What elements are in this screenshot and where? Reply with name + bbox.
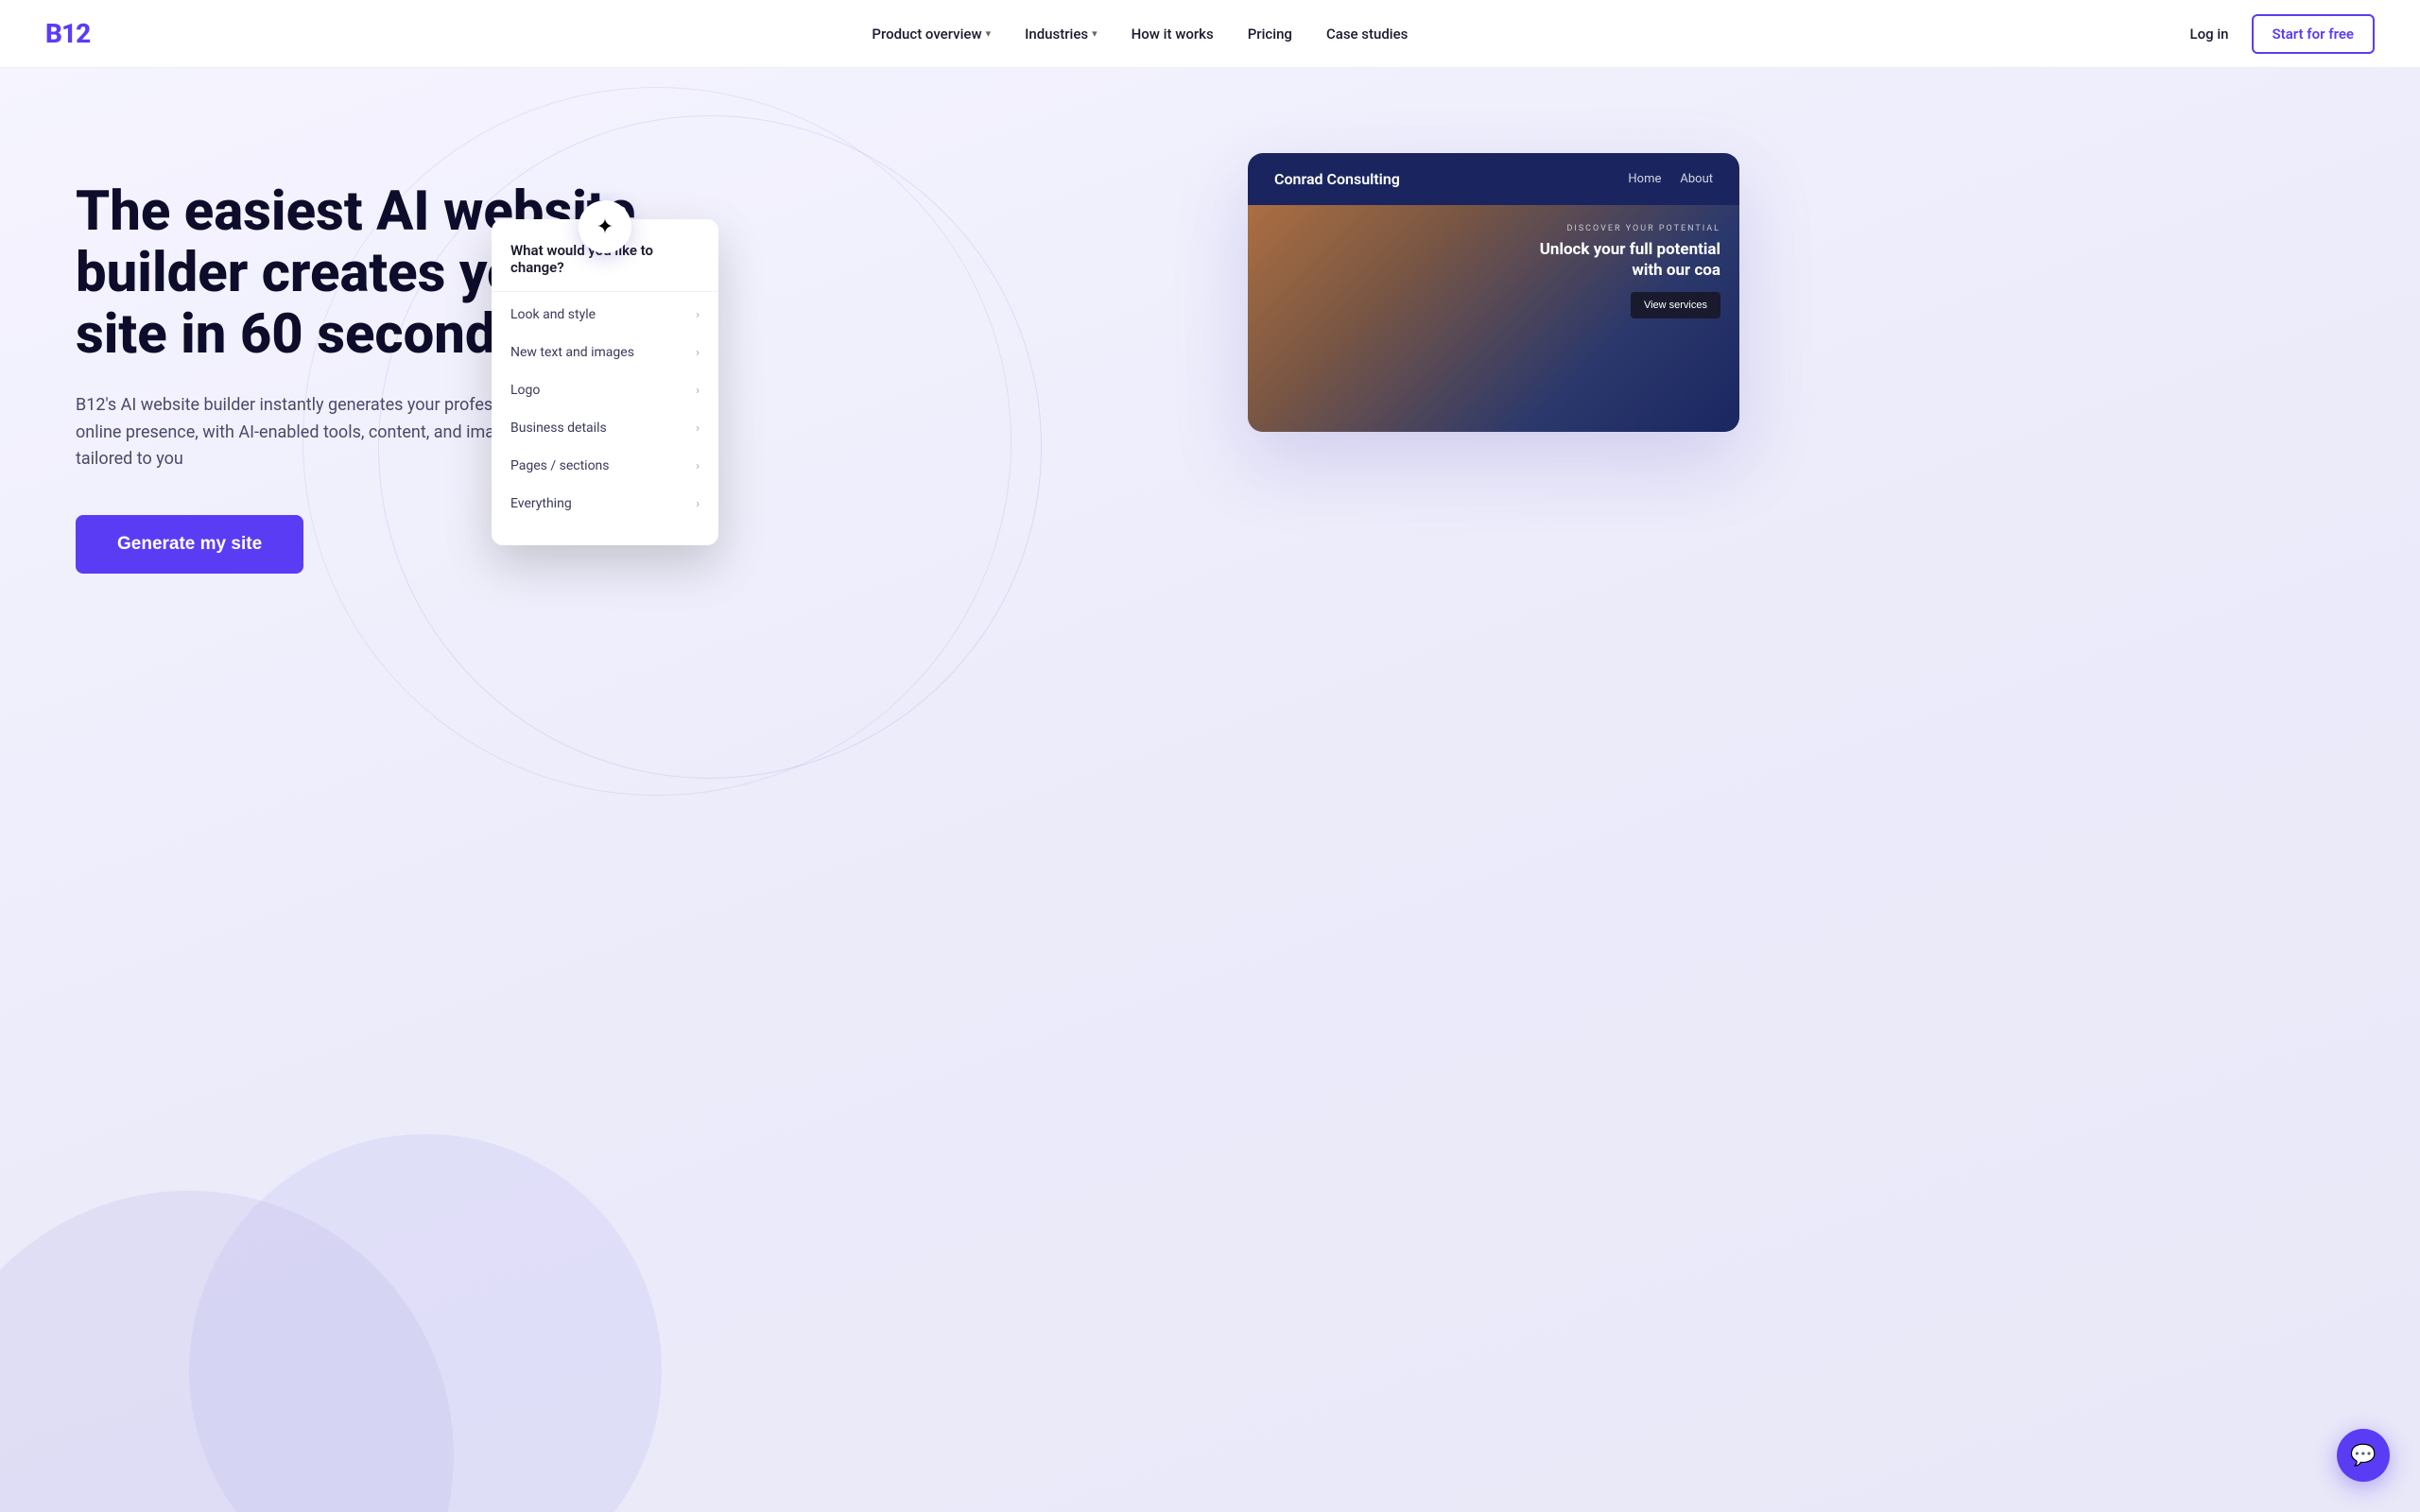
popup-item-pages[interactable]: Pages / sections › [492, 447, 718, 485]
nav-right: Log in Start for free [2190, 14, 2375, 54]
nav-item-pricing[interactable]: Pricing [1248, 26, 1292, 43]
nav-item-industries[interactable]: Industries ▾ [1025, 26, 1098, 43]
nav-link-industries[interactable]: Industries ▾ [1025, 26, 1098, 43]
mock-site-hero-text: DISCOVER YOUR POTENTIAL Unlock your full… [1531, 224, 1720, 318]
chevron-down-icon: ▾ [1092, 27, 1098, 40]
start-for-free-button[interactable]: Start for free [2252, 14, 2375, 54]
popup-item-business[interactable]: Business details › [492, 409, 718, 447]
mock-site-header: Conrad Consulting Home About [1248, 153, 1739, 205]
nav-item-product[interactable]: Product overview ▾ [872, 26, 991, 43]
popup-item-look[interactable]: Look and style › [492, 296, 718, 334]
nav-link-case-studies[interactable]: Case studies [1326, 26, 1408, 43]
hero-right: ✦ What would you like to change? Look an… [643, 125, 2344, 597]
nav-item-how[interactable]: How it works [1132, 26, 1214, 43]
popup-item-everything[interactable]: Everything › [492, 485, 718, 523]
navbar: B12 Product overview ▾ Industries ▾ How … [0, 0, 2420, 68]
popup-item-logo[interactable]: Logo › [492, 371, 718, 409]
chevron-right-icon: › [696, 308, 700, 322]
login-link[interactable]: Log in [2190, 26, 2229, 43]
nav-link-pricing[interactable]: Pricing [1248, 26, 1292, 43]
chat-bubble-button[interactable]: 💬 [2337, 1429, 2390, 1482]
nav-link-product[interactable]: Product overview ▾ [872, 26, 991, 43]
hero-section: The easiest AI website builder creates y… [0, 68, 2420, 1512]
mock-view-services-button[interactable]: View services [1631, 292, 1720, 318]
chevron-right-icon: › [696, 421, 700, 436]
chevron-right-icon: › [696, 497, 700, 511]
nav-item-case-studies[interactable]: Case studies [1326, 26, 1408, 43]
deco-circle-large [0, 1191, 454, 1512]
chevron-right-icon: › [696, 346, 700, 360]
mock-popup-card: ✦ What would you like to change? Look an… [492, 219, 718, 545]
wand-icon-circle: ✦ [579, 200, 631, 253]
popup-item-text-images[interactable]: New text and images › [492, 334, 718, 371]
mock-browser-card: Conrad Consulting Home About DISCOVER YO… [1248, 153, 1739, 432]
nav-link-how[interactable]: How it works [1132, 26, 1214, 43]
mock-discover-label: DISCOVER YOUR POTENTIAL [1531, 224, 1720, 233]
mock-site-logo: Conrad Consulting [1274, 170, 1400, 188]
nav-links: Product overview ▾ Industries ▾ How it w… [872, 26, 1408, 43]
brand-logo[interactable]: B12 [45, 18, 90, 49]
sparkle-icon: ✦ [596, 215, 614, 239]
chat-icon: 💬 [2350, 1444, 2376, 1468]
mock-site-headline: Unlock your full potential with our coa [1531, 239, 1720, 281]
generate-my-site-button[interactable]: Generate my site [76, 515, 303, 574]
mock-site-hero-area: DISCOVER YOUR POTENTIAL Unlock your full… [1248, 205, 1739, 432]
mock-site-nav: Home About [1628, 172, 1713, 186]
chevron-down-icon: ▾ [986, 27, 992, 40]
chevron-right-icon: › [696, 459, 700, 473]
chevron-right-icon: › [696, 384, 700, 398]
